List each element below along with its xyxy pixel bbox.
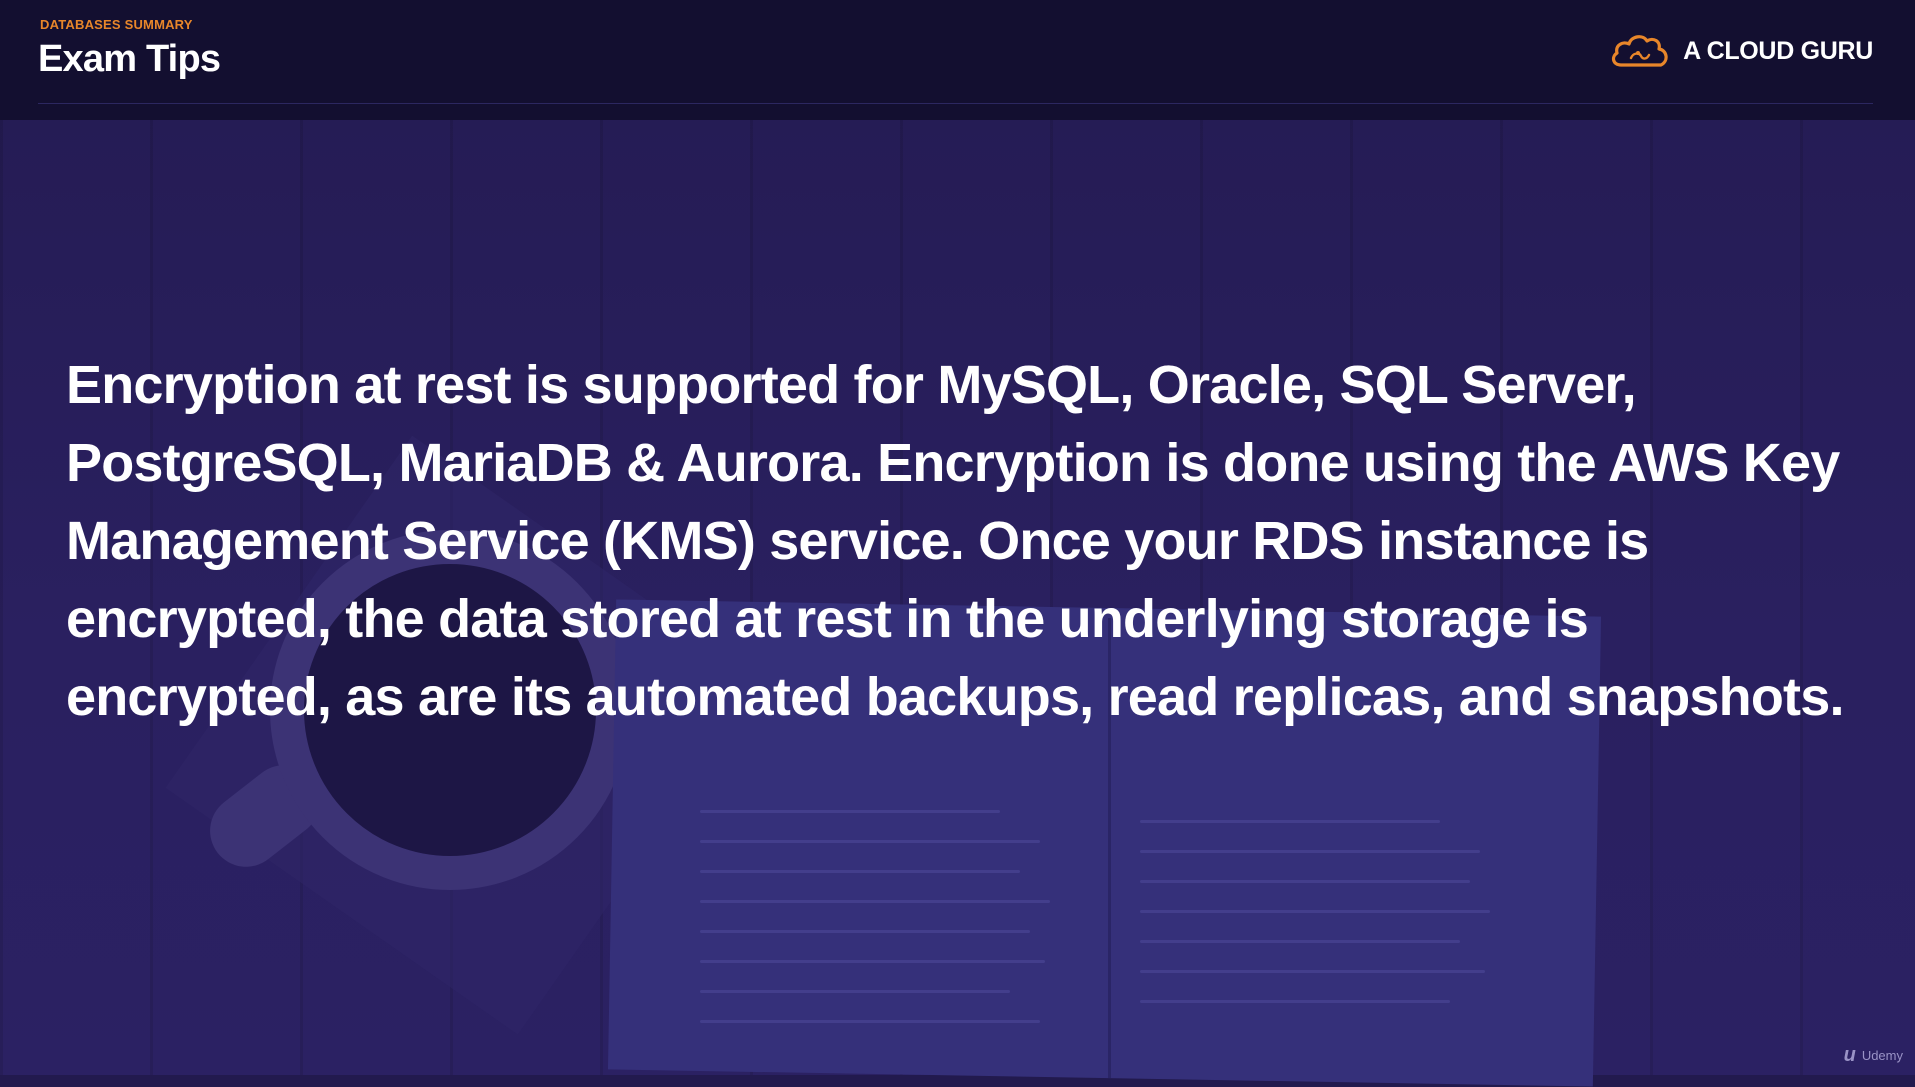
book-text-line [700, 810, 1000, 813]
section-kicker: DATABASES SUMMARY [40, 17, 193, 32]
book-text-line [700, 1020, 1040, 1023]
book-text-line [700, 990, 1010, 993]
udemy-logo-icon: u [1843, 1044, 1856, 1066]
book-text-line [700, 840, 1040, 843]
book-text-line [700, 930, 1030, 933]
exam-tip-paragraph: Encryption at rest is supported for MySQ… [66, 355, 1844, 727]
udemy-watermark: u Udemy [1844, 1044, 1903, 1067]
book-text-line [1140, 910, 1490, 913]
slide-title: Exam Tips [38, 38, 221, 80]
slide-header: DATABASES SUMMARY Exam Tips A CLOUD GURU [0, 0, 1915, 120]
book-text-line [1140, 850, 1480, 853]
brand-logo: A CLOUD GURU [1609, 30, 1873, 72]
cloud-guru-logo-icon [1612, 35, 1668, 67]
book-text-line [700, 900, 1050, 903]
watermark-label: Udemy [1861, 1048, 1903, 1063]
book-text-line [700, 870, 1020, 873]
book-text-line [1140, 970, 1485, 973]
book-text-line [700, 960, 1045, 963]
book-text-line [1140, 820, 1440, 823]
book-text-line [1140, 1000, 1450, 1003]
book-text-line [1140, 880, 1470, 883]
header-divider [38, 103, 1873, 104]
brand-name: A CLOUD GURU [1683, 36, 1873, 65]
book-text-line [1140, 940, 1460, 943]
